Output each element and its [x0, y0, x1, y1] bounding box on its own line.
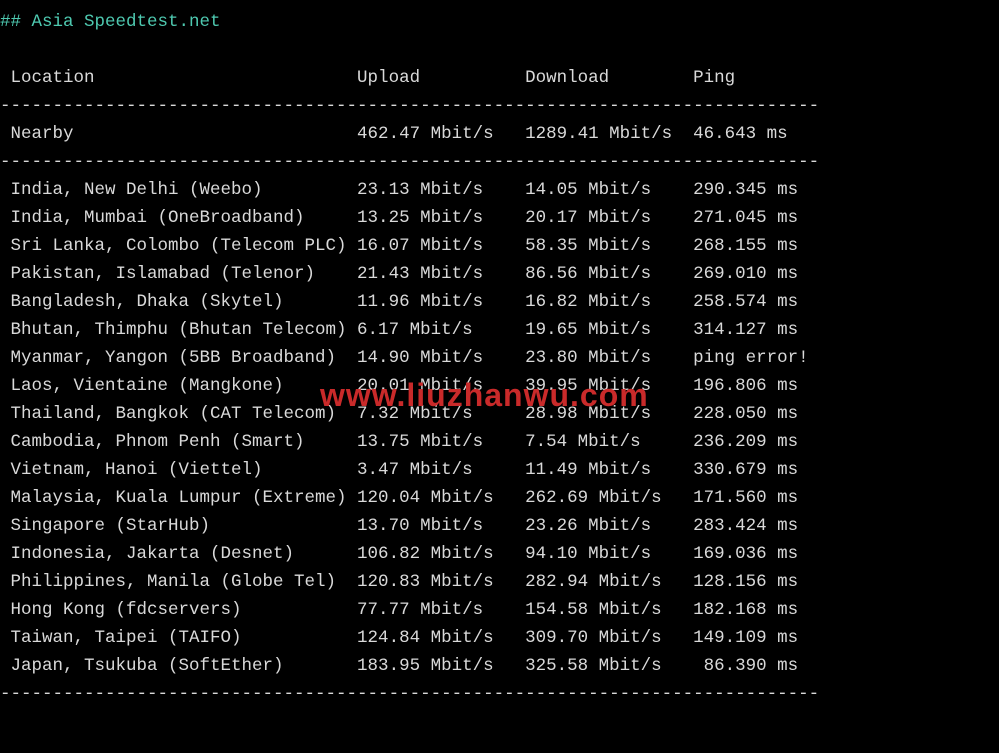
table-row: Cambodia, Phnom Penh (Smart) 13.75 Mbit/…: [0, 428, 999, 456]
table-row: India, New Delhi (Weebo) 23.13 Mbit/s 14…: [0, 176, 999, 204]
table-row: Bhutan, Thimphu (Bhutan Telecom) 6.17 Mb…: [0, 316, 999, 344]
table-row: Philippines, Manila (Globe Tel) 120.83 M…: [0, 568, 999, 596]
table-row: Taiwan, Taipei (TAIFO) 124.84 Mbit/s 309…: [0, 624, 999, 652]
divider-bottom: ----------------------------------------…: [0, 684, 819, 704]
table-row: Myanmar, Yangon (5BB Broadband) 14.90 Mb…: [0, 344, 999, 372]
table-row: Malaysia, Kuala Lumpur (Extreme) 120.04 …: [0, 484, 999, 512]
table-row: Japan, Tsukuba (SoftEther) 183.95 Mbit/s…: [0, 652, 999, 680]
table-row: India, Mumbai (OneBroadband) 13.25 Mbit/…: [0, 204, 999, 232]
table-row: Thailand, Bangkok (CAT Telecom) 7.32 Mbi…: [0, 400, 999, 428]
rows-container: India, New Delhi (Weebo) 23.13 Mbit/s 14…: [0, 176, 999, 680]
nearby-row: Nearby 462.47 Mbit/s 1289.41 Mbit/s 46.6…: [0, 120, 999, 148]
table-row: Singapore (StarHub) 13.70 Mbit/s 23.26 M…: [0, 512, 999, 540]
table-row: Bangladesh, Dhaka (Skytel) 11.96 Mbit/s …: [0, 288, 999, 316]
section-title: ## Asia Speedtest.net: [0, 12, 221, 32]
table-row: Indonesia, Jakarta (Desnet) 106.82 Mbit/…: [0, 540, 999, 568]
table-row: Vietnam, Hanoi (Viettel) 3.47 Mbit/s 11.…: [0, 456, 999, 484]
table-row: Hong Kong (fdcservers) 77.77 Mbit/s 154.…: [0, 596, 999, 624]
table-row: Laos, Vientaine (Mangkone) 20.01 Mbit/s …: [0, 372, 999, 400]
table-row: Sri Lanka, Colombo (Telecom PLC) 16.07 M…: [0, 232, 999, 260]
table-row: Pakistan, Islamabad (Telenor) 21.43 Mbit…: [0, 260, 999, 288]
divider-top: ----------------------------------------…: [0, 96, 819, 116]
terminal-output: ## Asia Speedtest.net Location Upload Do…: [0, 0, 999, 720]
table-header: Location Upload Download Ping: [0, 64, 999, 92]
divider-mid: ----------------------------------------…: [0, 152, 819, 172]
